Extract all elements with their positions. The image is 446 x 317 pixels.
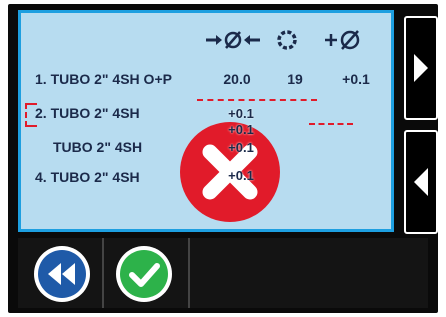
- rewind-icon: [38, 250, 86, 298]
- row-value-tolerance: +0.1: [342, 71, 370, 87]
- row-label: 4. TUBO 2" 4SH: [35, 169, 140, 185]
- ring-icon: [273, 27, 301, 53]
- confirm-button[interactable]: [116, 246, 172, 302]
- row-label: 2. TUBO 2" 4SH: [35, 105, 140, 121]
- chevron-right-icon: [414, 54, 428, 82]
- previous-button[interactable]: [404, 130, 438, 234]
- selection-dash-right: [309, 123, 353, 125]
- plus-diameter-icon: [321, 27, 365, 53]
- chevron-left-icon: [414, 168, 428, 196]
- row-value-count: 19: [287, 71, 303, 87]
- overlay-value: +0.1: [228, 122, 254, 137]
- next-button[interactable]: [404, 16, 438, 120]
- row-label: TUBO 2" 4SH: [53, 139, 143, 155]
- overlay-value: +0.1: [228, 168, 254, 183]
- table-row[interactable]: 1. TUBO 2" 4SH O+P 20.0 19 +0.1: [35, 69, 385, 89]
- toolbar-divider: [102, 238, 104, 308]
- check-icon: [120, 250, 168, 298]
- arrows-diameter-icon: [203, 27, 263, 53]
- rewind-button[interactable]: [34, 246, 90, 302]
- row-label: 1. TUBO 2" 4SH O+P: [35, 71, 172, 87]
- toolbar-divider: [188, 238, 190, 308]
- overlay-value: +0.1: [228, 106, 254, 121]
- overlay-value: +0.1: [228, 140, 254, 155]
- selection-dash-top: [197, 99, 317, 101]
